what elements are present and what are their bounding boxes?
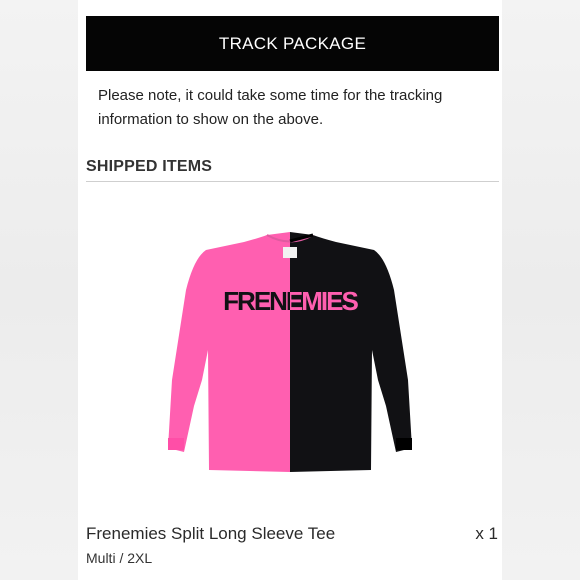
track-package-button[interactable]: TRACK PACKAGE — [86, 16, 499, 71]
product-name[interactable]: Frenemies Split Long Sleeve Tee — [86, 524, 335, 544]
tracking-note: Please note, it could take some time for… — [98, 87, 443, 128]
left-cuff — [168, 438, 184, 450]
order-page: TRACK PACKAGE Please note, it could take… — [78, 0, 502, 580]
product-quantity: x 1 — [475, 524, 498, 543]
shirt-left-half — [168, 232, 290, 472]
right-cuff — [396, 438, 412, 450]
shirt-tag — [283, 247, 297, 258]
background-left — [0, 0, 78, 580]
product-image[interactable]: FRENEMIES FRENEMIES — [164, 230, 416, 480]
section-divider — [86, 181, 499, 182]
background-right — [502, 0, 580, 580]
shipped-items-heading: SHIPPED ITEMS — [86, 158, 213, 175]
shirt-right-half — [290, 232, 412, 472]
product-variant: Multi / 2XL — [86, 550, 153, 566]
